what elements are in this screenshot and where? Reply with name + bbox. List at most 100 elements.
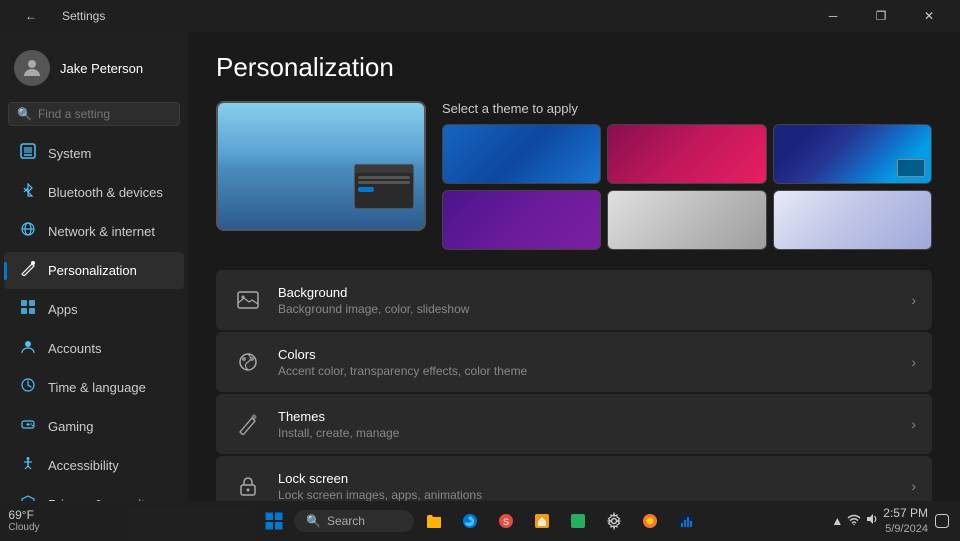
nav-item-accounts[interactable]: Accounts	[4, 330, 184, 367]
preview-line-2	[358, 181, 410, 184]
nav-item-personalization[interactable]: Personalization	[4, 252, 184, 289]
nav-item-system[interactable]: System	[4, 135, 184, 172]
settings-item-lock-text: Lock screen Lock screen images, apps, an…	[278, 471, 482, 502]
settings-item-colors-left: Colors Accent color, transparency effect…	[232, 346, 527, 378]
taskbar-file-explorer[interactable]	[418, 505, 450, 537]
accounts-icon	[18, 338, 38, 359]
minimize-button[interactable]: ─	[810, 0, 856, 32]
sidebar: Jake Peterson 🔍 System Bluetooth & devic…	[0, 32, 188, 501]
apps-label: Apps	[48, 302, 78, 317]
theme-grid	[442, 124, 932, 250]
settings-item-lock-screen[interactable]: Lock screen Lock screen images, apps, an…	[216, 456, 932, 501]
settings-item-lock-left: Lock screen Lock screen images, apps, an…	[232, 470, 482, 501]
themes-icon	[232, 408, 264, 440]
colors-icon	[232, 346, 264, 378]
taskbar-search[interactable]: 🔍 Search	[294, 510, 414, 532]
title-bar: ← Settings ─ ❐ ✕	[0, 0, 960, 32]
settings-list: Background Background image, color, slid…	[216, 270, 932, 501]
colors-chevron: ›	[911, 354, 916, 370]
taskbar-search-icon: 🔍	[306, 514, 321, 528]
taskbar-app-red[interactable]: S	[490, 505, 522, 537]
bluetooth-icon	[18, 182, 38, 203]
theme-option-1[interactable]	[442, 124, 601, 184]
weather-temp: 69°F	[8, 508, 39, 522]
title-bar-controls: ─ ❐ ✕	[810, 0, 952, 32]
clock-date: 5/9/2024	[883, 522, 928, 536]
theme-option-4[interactable]	[442, 190, 601, 250]
taskbar-search-text: Search	[327, 514, 365, 528]
sidebar-user[interactable]: Jake Peterson	[0, 40, 188, 102]
active-indicator	[4, 262, 7, 280]
volume-icon	[865, 513, 879, 528]
privacy-icon	[18, 494, 38, 501]
username: Jake Peterson	[60, 61, 143, 76]
nav-item-privacy[interactable]: Privacy & security	[4, 486, 184, 501]
taskbar: 69°F Cloudy 🔍 Search	[0, 501, 960, 541]
network-label: Network & internet	[48, 224, 155, 239]
theme-section: Select a theme to apply	[216, 101, 932, 250]
taskbar-right: ▲ 2:57 PM 5/9/2024	[831, 506, 952, 536]
theme-option-2[interactable]	[607, 124, 766, 184]
theme-option-3[interactable]	[773, 124, 932, 184]
settings-item-themes-text: Themes Install, create, manage	[278, 409, 399, 440]
settings-item-colors[interactable]: Colors Accent color, transparency effect…	[216, 332, 932, 392]
system-label: System	[48, 146, 91, 161]
time-label: Time & language	[48, 380, 146, 395]
theme-select-label: Select a theme to apply	[442, 101, 932, 116]
nav-item-time[interactable]: Time & language	[4, 369, 184, 406]
accessibility-icon	[18, 455, 38, 476]
start-button[interactable]	[258, 505, 290, 537]
weather-condition: Cloudy	[8, 522, 39, 534]
taskbar-edge[interactable]	[454, 505, 486, 537]
background-desc: Background image, color, slideshow	[278, 302, 469, 316]
personalization-label: Personalization	[48, 263, 137, 278]
settings-item-colors-text: Colors Accent color, transparency effect…	[278, 347, 527, 378]
gaming-label: Gaming	[48, 419, 94, 434]
colors-title: Colors	[278, 347, 527, 362]
nav-item-apps[interactable]: Apps	[4, 291, 184, 328]
background-title: Background	[278, 285, 469, 300]
taskbar-firefox[interactable]	[634, 505, 666, 537]
restore-button[interactable]: ❐	[858, 0, 904, 32]
preview-button	[358, 187, 374, 192]
close-button[interactable]: ✕	[906, 0, 952, 32]
taskbar-app-green[interactable]	[562, 505, 594, 537]
themes-desc: Install, create, manage	[278, 426, 399, 440]
settings-item-background[interactable]: Background Background image, color, slid…	[216, 270, 932, 330]
main-container: Jake Peterson 🔍 System Bluetooth & devic…	[0, 32, 960, 501]
nav-item-network[interactable]: Network & internet	[4, 213, 184, 250]
search-box[interactable]: 🔍	[8, 102, 180, 126]
background-chevron: ›	[911, 292, 916, 308]
theme-option-5[interactable]	[607, 190, 766, 250]
gaming-icon	[18, 416, 38, 437]
nav-item-gaming[interactable]: Gaming	[4, 408, 184, 445]
accessibility-label: Accessibility	[48, 458, 119, 473]
personalization-icon	[18, 260, 38, 281]
nav-item-accessibility[interactable]: Accessibility	[4, 447, 184, 484]
lock-screen-desc: Lock screen images, apps, animations	[278, 488, 482, 502]
themes-title: Themes	[278, 409, 399, 424]
network-tray-icon: ▲	[831, 514, 843, 528]
taskbar-app-settings[interactable]	[598, 505, 630, 537]
content-area: Personalization Select a theme to apply	[188, 32, 960, 501]
system-tray[interactable]: ▲	[831, 513, 879, 528]
preview-line-1	[358, 176, 410, 179]
search-icon: 🔍	[17, 107, 32, 121]
network-icon	[18, 221, 38, 242]
settings-item-background-text: Background Background image, color, slid…	[278, 285, 469, 316]
taskbar-app-yellow[interactable]	[526, 505, 558, 537]
nav-item-bluetooth[interactable]: Bluetooth & devices	[4, 174, 184, 211]
theme-option-6[interactable]	[773, 190, 932, 250]
settings-item-themes[interactable]: Themes Install, create, manage ›	[216, 394, 932, 454]
bluetooth-label: Bluetooth & devices	[48, 185, 163, 200]
page-title: Personalization	[216, 52, 932, 83]
settings-item-background-left: Background Background image, color, slid…	[232, 284, 469, 316]
search-input[interactable]	[38, 107, 193, 121]
weather-widget[interactable]: 69°F Cloudy	[8, 505, 40, 537]
time-display[interactable]: 2:57 PM 5/9/2024	[883, 506, 928, 536]
back-button[interactable]: ←	[8, 0, 54, 32]
preview-content	[355, 173, 413, 195]
taskbar-app-graph[interactable]	[670, 505, 702, 537]
notification-button[interactable]	[932, 511, 952, 531]
apps-icon	[18, 299, 38, 320]
